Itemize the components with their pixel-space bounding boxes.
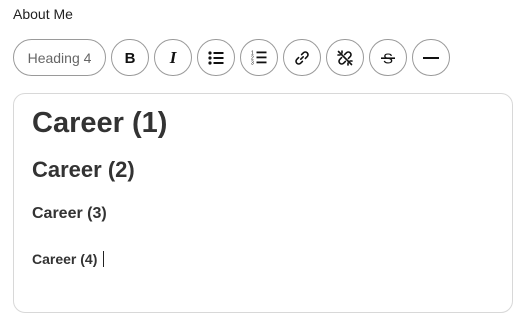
unlink-button[interactable] — [326, 39, 364, 76]
strikethrough-button[interactable]: S — [369, 39, 407, 76]
ordered-list-button[interactable]: 1 2 3 — [240, 39, 278, 76]
heading-2: Career (2) — [32, 157, 135, 182]
heading-4-text: Career (4) — [32, 251, 98, 267]
svg-text:B: B — [125, 50, 136, 66]
italic-button[interactable]: I — [154, 39, 192, 76]
ordered-list-icon: 1 2 3 — [251, 50, 267, 65]
strikethrough-icon: S — [380, 50, 396, 66]
bold-icon: B — [123, 50, 137, 66]
unlink-icon — [337, 49, 353, 66]
text-caret — [103, 251, 105, 267]
horizontal-rule-button[interactable] — [412, 39, 450, 76]
rich-text-editor[interactable]: Career (1) Career (2) Career (3) Career … — [13, 93, 513, 313]
bullet-list-button[interactable] — [197, 39, 235, 76]
about-me-label: About Me — [13, 6, 73, 22]
heading-3: Career (3) — [32, 205, 107, 222]
bullet-list-icon — [208, 50, 224, 65]
editor-toolbar: Heading 4 B I 1 2 3 S — [13, 39, 450, 76]
svg-text:I: I — [169, 50, 178, 66]
link-icon — [294, 50, 310, 66]
heading-1: Career (1) — [32, 107, 168, 139]
link-button[interactable] — [283, 39, 321, 76]
italic-icon: I — [166, 50, 180, 66]
svg-text:3: 3 — [251, 61, 254, 66]
heading-4: Career (4) — [32, 251, 105, 267]
horizontal-rule-icon — [423, 56, 439, 60]
heading-select[interactable]: Heading 4 — [13, 39, 106, 76]
bold-button[interactable]: B — [111, 39, 149, 76]
